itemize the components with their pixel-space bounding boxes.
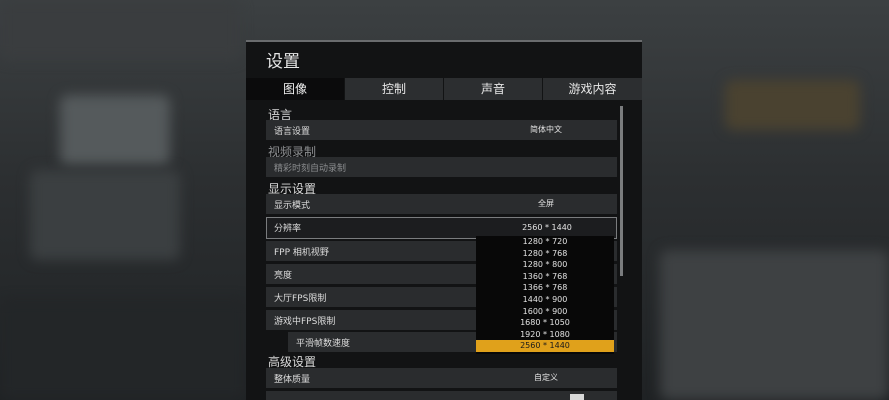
- resolution-option[interactable]: 1600 * 900: [476, 306, 614, 318]
- row-label: 显示模式: [274, 201, 311, 211]
- scrollbar[interactable]: [620, 106, 623, 276]
- resolution-option-selected[interactable]: 2560 * 1440: [476, 340, 614, 352]
- tab-graphics[interactable]: 图像: [246, 78, 344, 100]
- tab-sound[interactable]: 声音: [444, 78, 542, 100]
- row-label: 分辨率: [274, 224, 302, 234]
- resolution-option[interactable]: 1366 * 768: [476, 282, 614, 294]
- row-display-mode[interactable]: 显示模式 全屏: [266, 194, 617, 214]
- row-label: FPP 相机视野: [274, 248, 329, 258]
- row-value: 自定义: [534, 373, 558, 382]
- tab-bar: 图像 控制 声音 游戏内容: [246, 78, 642, 100]
- row-language-setting[interactable]: 语言设置 简体中文: [266, 120, 617, 140]
- row-label: 游戏中FPS限制: [274, 317, 336, 327]
- tab-controls[interactable]: 控制: [345, 78, 443, 100]
- row-value: 2560 * 1440: [522, 223, 572, 232]
- row-highlight-recording[interactable]: 精彩时刻自动录制: [266, 157, 617, 177]
- resolution-option[interactable]: 1680 * 1050: [476, 317, 614, 329]
- slider-knob[interactable]: [570, 394, 584, 400]
- row-label: 平滑帧数速度: [296, 339, 351, 349]
- row-overall-quality[interactable]: 整体质量 自定义: [266, 368, 617, 388]
- window-top-border: [246, 40, 642, 42]
- resolution-option[interactable]: 1280 * 768: [476, 248, 614, 260]
- resolution-dropdown: 1280 * 720 1280 * 768 1280 * 800 1360 * …: [476, 236, 614, 354]
- row-value: 简体中文: [530, 125, 562, 134]
- row-next-partial[interactable]: [266, 391, 617, 400]
- resolution-option[interactable]: 1920 * 1080: [476, 329, 614, 341]
- resolution-option[interactable]: 1440 * 900: [476, 294, 614, 306]
- row-label: 亮度: [274, 271, 293, 281]
- row-label: 大厅FPS限制: [274, 294, 327, 304]
- tab-gameplay[interactable]: 游戏内容: [543, 78, 642, 100]
- row-value: 全屏: [538, 199, 554, 208]
- row-label: 整体质量: [274, 375, 311, 385]
- resolution-option[interactable]: 1360 * 768: [476, 271, 614, 283]
- resolution-option[interactable]: 1280 * 800: [476, 259, 614, 271]
- row-label: 精彩时刻自动录制: [274, 164, 347, 174]
- resolution-option[interactable]: 1280 * 720: [476, 236, 614, 248]
- row-label: 语言设置: [274, 127, 311, 137]
- window-title: 设置: [266, 52, 300, 72]
